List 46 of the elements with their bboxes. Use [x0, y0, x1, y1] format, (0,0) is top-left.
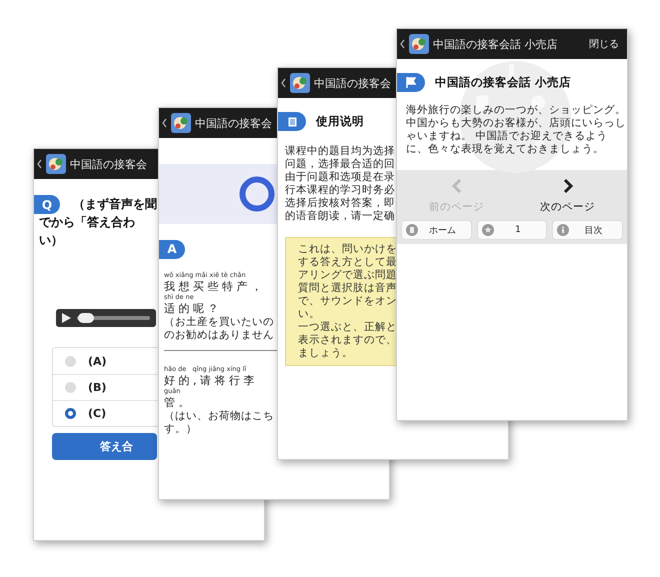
- toolbar-button[interactable]: 目次: [552, 220, 623, 240]
- back-icon[interactable]: [37, 159, 42, 169]
- chinese-text: 管 。: [164, 396, 190, 408]
- lesson-title: 中国語の接客会話 小売店: [435, 75, 572, 90]
- option-label: (A): [88, 354, 107, 368]
- section-heading: 使用说明: [316, 114, 364, 129]
- page-icon: [406, 224, 418, 236]
- app-icon: [46, 154, 66, 174]
- chevron-right-icon: [562, 178, 572, 194]
- correct-mark-icon: [239, 176, 275, 212]
- chinese-text: 我 想 买 些 特 产 ，: [164, 280, 262, 292]
- option-label: (B): [88, 381, 106, 394]
- app-icon: [171, 113, 191, 133]
- back-icon[interactable]: [162, 118, 167, 128]
- chinese-text: 好 的 , 请 将 行 李: [164, 374, 254, 386]
- header-title: 中国語の接客会: [70, 156, 147, 172]
- back-icon[interactable]: [400, 39, 405, 49]
- intro-text: 海外旅行の楽しみの一つが、ショッピング。 中国からも大勢のお客様が、店頭にいらっし ゃいますね。 中国語でお迎えできるよう に、色々な表現を覚えておきましょう。: [406, 104, 626, 156]
- header-title: 中国語の接客会話 小売店: [433, 36, 558, 52]
- option-label: (C): [88, 407, 106, 420]
- answer-badge: A: [159, 240, 185, 258]
- flag-icon: [406, 77, 416, 88]
- next-page-button[interactable]: 次のページ: [540, 178, 595, 214]
- app-icon: [290, 73, 310, 93]
- check-answer-button[interactable]: 答え合: [52, 433, 157, 460]
- play-icon[interactable]: [62, 313, 71, 323]
- toolbar-button[interactable]: 1: [476, 220, 548, 240]
- app-icon: [409, 34, 429, 54]
- translation-text: （お土産を買いたいの のお勧めはありません: [164, 316, 274, 342]
- audio-player[interactable]: [56, 309, 156, 327]
- back-icon[interactable]: [281, 78, 286, 88]
- star-icon: [482, 224, 494, 236]
- chevron-left-icon: [452, 178, 462, 194]
- document-icon: [288, 116, 296, 126]
- note-text: これは、問いかけを する答え方として最 アリングで選ぶ問題 質問と選択肢は音声 で、サウンドをオン い。 一つ選ぶと、正解と 表示されますので、 ましょう。: [298, 243, 398, 360]
- close-button[interactable]: 閉じる: [589, 37, 619, 51]
- seek-thumb[interactable]: [78, 313, 94, 323]
- question-badge: Q: [34, 195, 60, 214]
- info-icon: [557, 224, 570, 236]
- chinese-text: 适 的 呢 ？: [164, 302, 218, 314]
- radio-button[interactable]: [65, 408, 76, 419]
- translation-text: （はい、お荷物はこち す。）: [164, 410, 274, 436]
- instructions-text: 课程中的题目均为选择 问题，选择最合适的回 由于问题和选项是在录 行本课程的学习时务必 选择后按核对答案，即 的语音朗读，请一定确: [285, 145, 395, 223]
- toolbar-button[interactable]: ホーム: [401, 220, 472, 240]
- header-title: 中国語の接客会: [195, 116, 272, 130]
- header-title: 中国語の接客会: [314, 76, 391, 90]
